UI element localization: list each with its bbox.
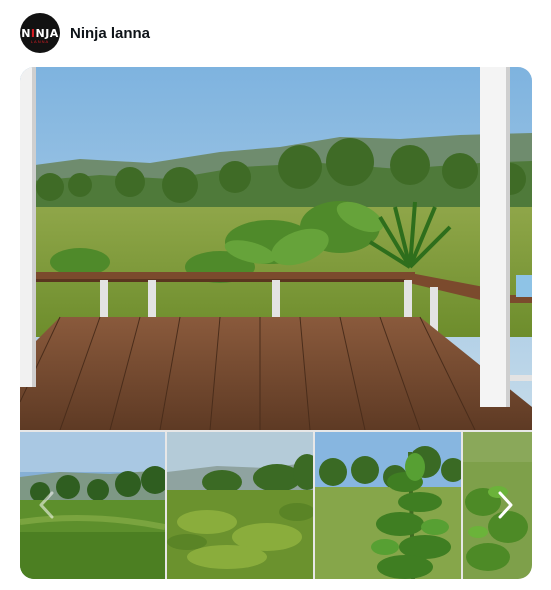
chevron-right-icon — [498, 491, 513, 519]
ninja-lanna-logo-icon: NINJA — [21, 26, 59, 40]
author-name[interactable]: Ninja lanna — [70, 25, 150, 42]
gallery-thumbnail[interactable] — [167, 432, 313, 579]
avatar[interactable]: NINJA LANNA — [20, 13, 60, 53]
post-header: NINJA LANNA Ninja lanna — [20, 12, 150, 54]
gallery-image-main[interactable] — [20, 67, 532, 430]
chevron-left-icon — [39, 491, 54, 519]
gallery-next-button[interactable] — [492, 488, 518, 522]
photo-gallery — [20, 67, 532, 579]
gallery-thumbnail[interactable] — [315, 432, 461, 579]
gallery-prev-button[interactable] — [34, 488, 60, 522]
logo-subtext-icon: LANNA — [30, 39, 50, 44]
